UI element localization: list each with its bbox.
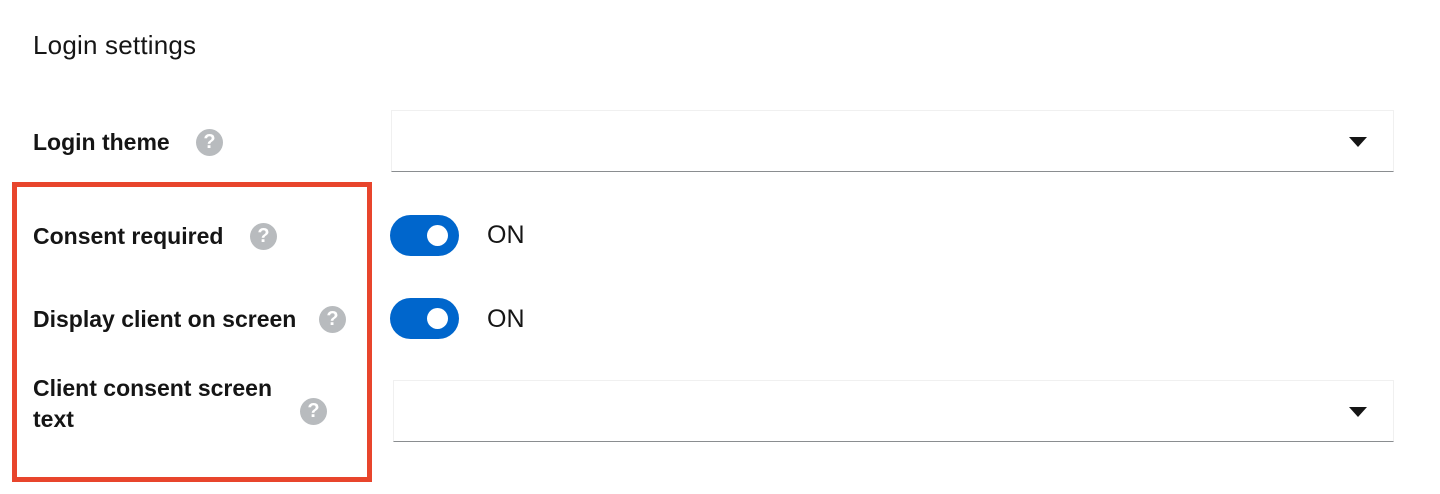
section-title: Login settings bbox=[33, 30, 197, 60]
consent-text-label-line1: Client consent screen bbox=[33, 375, 273, 401]
toggle-knob bbox=[427, 308, 448, 329]
toggle-knob bbox=[427, 225, 448, 246]
caret-down-icon bbox=[1349, 137, 1367, 147]
consent-required-state: ON bbox=[487, 221, 525, 249]
display-client-state: ON bbox=[487, 305, 525, 333]
question-circle-icon[interactable]: ? bbox=[300, 398, 327, 425]
caret-down-icon bbox=[1349, 407, 1367, 417]
consent-required-toggle[interactable] bbox=[390, 215, 459, 256]
consent-required-label: Consent required bbox=[33, 223, 224, 249]
display-client-label: Display client on screen bbox=[33, 306, 297, 332]
question-circle-icon[interactable]: ? bbox=[196, 129, 223, 156]
consent-text-select[interactable] bbox=[393, 380, 1394, 442]
question-circle-icon[interactable]: ? bbox=[319, 306, 346, 333]
consent-text-label-line2: text bbox=[33, 406, 74, 432]
display-client-toggle[interactable] bbox=[390, 298, 459, 339]
login-settings-panel: Login settings Login theme ? Consent req… bbox=[0, 0, 1440, 494]
question-circle-icon[interactable]: ? bbox=[250, 223, 277, 250]
login-theme-select[interactable] bbox=[391, 110, 1394, 172]
consent-text-label: Client consent screen text bbox=[33, 373, 272, 435]
login-theme-label: Login theme bbox=[33, 129, 170, 155]
